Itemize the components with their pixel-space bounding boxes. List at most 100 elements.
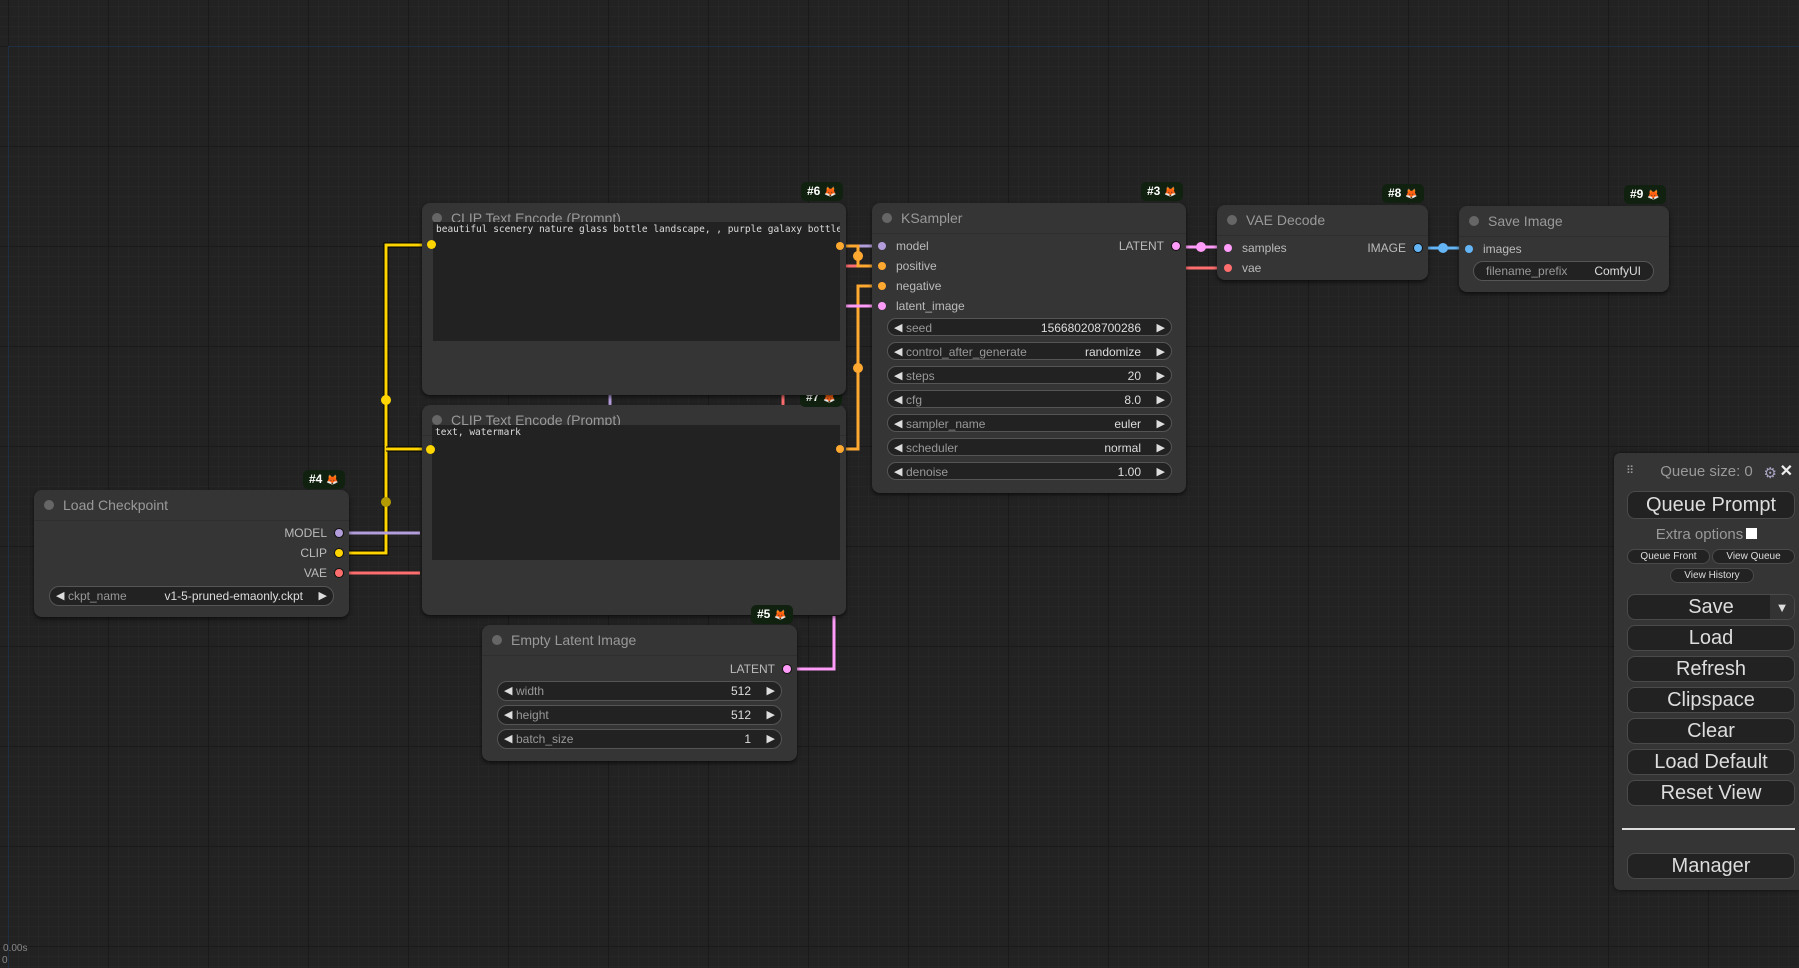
arrow-left-icon: ◀ <box>894 394 903 406</box>
extra-options-label: Extra options <box>1655 526 1744 543</box>
view-queue-button[interactable]: View Queue <box>1712 549 1795 564</box>
collapse-dot[interactable] <box>882 213 892 223</box>
input-slot-vae[interactable]: vae <box>1224 260 1261 276</box>
manager-button[interactable]: Manager <box>1627 853 1795 879</box>
arrow-right-icon: ▶ <box>1156 394 1165 406</box>
node-clip-text-encode-negative[interactable]: CLIP Text Encode (Prompt) text, watermar… <box>422 405 846 615</box>
node-title[interactable]: VAE Decode <box>1217 205 1428 236</box>
prompt-textarea[interactable]: beautiful scenery nature glass bottle la… <box>433 222 840 341</box>
input-slot-latent-image[interactable]: latent_image <box>878 298 965 314</box>
collapse-dot[interactable] <box>432 415 442 425</box>
queue-front-button[interactable]: Queue Front <box>1627 549 1710 564</box>
queue-prompt-button[interactable]: Queue Prompt <box>1627 491 1795 519</box>
node-id-badge: #3 🦊 <box>1141 182 1183 201</box>
widget-control-after-generate[interactable]: ◀ control_after_generate randomize ▶ <box>887 342 1172 360</box>
arrow-right-icon: ▶ <box>1156 442 1165 454</box>
widget-ckpt-name[interactable]: ◀ ckpt_name v1-5-pruned-emaonly.ckpt ▶ <box>49 586 334 606</box>
input-slot-clip[interactable] <box>427 240 436 249</box>
fox-icon: 🦊 <box>824 187 837 198</box>
node-save-image[interactable]: Save Image images filename_prefix ComfyUI <box>1459 206 1669 292</box>
node-id-badge: #9 🦊 <box>1624 185 1666 204</box>
widget-filename-prefix[interactable]: filename_prefix ComfyUI <box>1473 261 1654 281</box>
arrow-right-icon: ▶ <box>1156 322 1165 334</box>
input-slot-positive[interactable]: positive <box>878 258 937 274</box>
input-slot-clip[interactable] <box>426 445 435 454</box>
arrow-left-icon: ◀ <box>894 370 903 382</box>
node-load-checkpoint[interactable]: Load Checkpoint MODEL CLIP VAE ◀ ckpt_nam… <box>34 490 349 617</box>
node-id-badge: #6 🦊 <box>801 182 843 201</box>
node-title[interactable]: Save Image <box>1459 206 1669 237</box>
arrow-right-icon: ▶ <box>1156 346 1165 358</box>
render-time: 0.00s <box>3 943 28 954</box>
save-dropdown-icon[interactable]: ▼ <box>1770 595 1794 619</box>
node-id-badge: #8 🦊 <box>1382 184 1424 203</box>
widget-cfg[interactable]: ◀ cfg 8.0 ▶ <box>887 390 1172 408</box>
output-slot-image[interactable]: IMAGE <box>1367 240 1422 256</box>
widget-denoise[interactable]: ◀ denoise 1.00 ▶ <box>887 462 1172 480</box>
node-vae-decode[interactable]: VAE Decode samples vae IMAGE <box>1217 205 1428 280</box>
output-slot-clip[interactable]: CLIP <box>300 545 343 561</box>
widget-seed[interactable]: ◀ seed 156680208700286 ▶ <box>887 318 1172 336</box>
input-slot-model[interactable]: model <box>878 238 929 254</box>
extra-options-checkbox[interactable] <box>1746 528 1758 539</box>
menu-divider <box>1622 828 1795 830</box>
node-id-badge: #5 🦊 <box>751 605 793 624</box>
load-default-button[interactable]: Load Default <box>1627 749 1795 775</box>
reset-view-button[interactable]: Reset View <box>1627 780 1795 806</box>
arrow-left-icon: ◀ <box>894 418 903 430</box>
widget-steps[interactable]: ◀ steps 20 ▶ <box>887 366 1172 384</box>
queue-menu: ⠿ Queue size: 0 ⚙ ✕ Queue Prompt Extra o… <box>1614 453 1799 890</box>
arrow-left-icon: ◀ <box>894 346 903 358</box>
node-title[interactable]: Load Checkpoint <box>34 490 349 521</box>
fox-icon: 🦊 <box>1405 189 1418 200</box>
node-ksampler[interactable]: KSampler model positive negative latent_… <box>872 203 1186 493</box>
arrow-left-icon: ◀ <box>504 709 513 721</box>
extra-options: Extra options <box>1614 526 1799 543</box>
arrow-right-icon: ▶ <box>766 733 775 745</box>
arrow-right-icon: ▶ <box>1156 466 1165 478</box>
arrow-right-icon: ▶ <box>318 590 327 602</box>
arrow-left-icon: ◀ <box>504 733 513 745</box>
output-slot-latent[interactable]: LATENT <box>1119 238 1180 254</box>
collapse-dot[interactable] <box>44 500 54 510</box>
widget-sampler-name[interactable]: ◀ sampler_name euler ▶ <box>887 414 1172 432</box>
arrow-right-icon: ▶ <box>766 709 775 721</box>
widget-batch-size[interactable]: ◀ batch_size 1 ▶ <box>497 729 782 749</box>
node-count: 0 <box>2 955 8 966</box>
save-button[interactable]: Save ▼ <box>1627 594 1795 620</box>
gear-icon[interactable]: ⚙ <box>1764 464 1777 482</box>
fox-icon: 🦊 <box>1164 187 1177 198</box>
output-slot-conditioning[interactable] <box>836 445 844 453</box>
clipspace-button[interactable]: Clipspace <box>1627 687 1795 713</box>
arrow-right-icon: ▶ <box>766 685 775 697</box>
widget-height[interactable]: ◀ height 512 ▶ <box>497 705 782 725</box>
view-history-button[interactable]: View History <box>1670 568 1754 583</box>
output-slot-latent[interactable]: LATENT <box>730 661 791 677</box>
collapse-dot[interactable] <box>1227 215 1237 225</box>
input-slot-samples[interactable]: samples <box>1224 240 1287 256</box>
clear-button[interactable]: Clear <box>1627 718 1795 744</box>
arrow-right-icon: ▶ <box>1156 370 1165 382</box>
arrow-left-icon: ◀ <box>504 685 513 697</box>
input-slot-negative[interactable]: negative <box>878 278 941 294</box>
refresh-button[interactable]: Refresh <box>1627 656 1795 682</box>
arrow-right-icon: ▶ <box>1156 418 1165 430</box>
output-slot-vae[interactable]: VAE <box>304 565 343 581</box>
collapse-dot[interactable] <box>1469 216 1479 226</box>
output-slot-conditioning[interactable] <box>836 242 844 250</box>
node-empty-latent-image[interactable]: Empty Latent Image LATENT ◀ width 512 ▶ ◀ he… <box>482 625 797 761</box>
arrow-left-icon: ◀ <box>56 590 65 602</box>
collapse-dot[interactable] <box>492 635 502 645</box>
node-title[interactable]: KSampler <box>872 203 1186 234</box>
prompt-textarea[interactable]: text, watermark <box>432 425 840 560</box>
node-title[interactable]: Empty Latent Image <box>482 625 797 656</box>
output-slot-model[interactable]: MODEL <box>284 525 343 541</box>
widget-width[interactable]: ◀ width 512 ▶ <box>497 681 782 701</box>
widget-scheduler[interactable]: ◀ scheduler normal ▶ <box>887 438 1172 456</box>
close-icon[interactable]: ✕ <box>1780 461 1793 481</box>
arrow-left-icon: ◀ <box>894 442 903 454</box>
node-clip-text-encode-positive[interactable]: CLIP Text Encode (Prompt) beautiful scen… <box>422 203 846 395</box>
node-id-badge: #4 🦊 <box>303 470 345 489</box>
load-button[interactable]: Load <box>1627 625 1795 651</box>
input-slot-images[interactable]: images <box>1465 241 1522 257</box>
